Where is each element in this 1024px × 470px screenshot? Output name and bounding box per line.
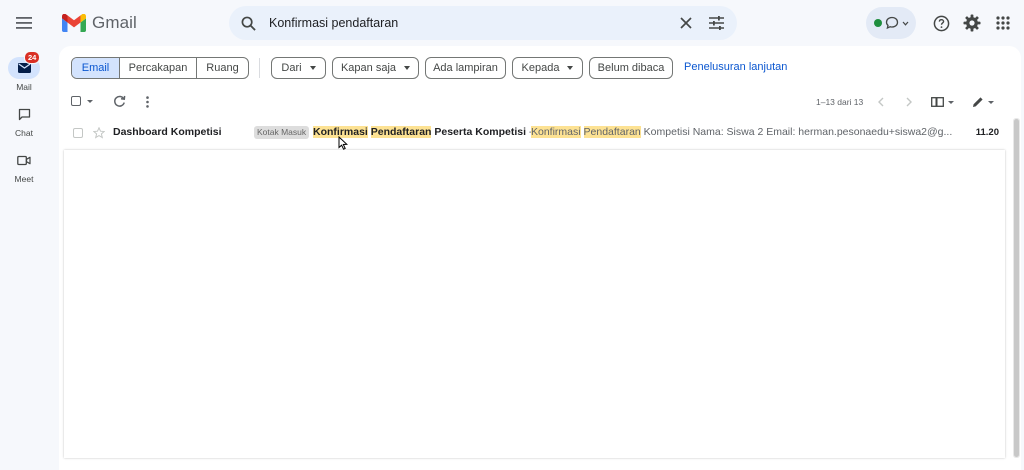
- unread-count-badge: 24: [24, 51, 41, 64]
- rail-label-mail: Mail: [16, 82, 32, 92]
- filter-chip-ada-lampiran[interactable]: Ada lampiran: [425, 57, 506, 79]
- pagination-text: 1–13 dari 13: [816, 97, 864, 107]
- filter-chip-label: Dari: [281, 62, 302, 74]
- help-icon: [933, 15, 949, 31]
- segment-email[interactable]: Email: [72, 58, 119, 78]
- apps-grid-icon: [996, 16, 1010, 30]
- rail-item-chat[interactable]: Chat: [6, 103, 42, 138]
- rail-label-chat: Chat: [15, 128, 33, 138]
- gmail-logo[interactable]: Gmail: [62, 10, 137, 36]
- message-snippet: Konfirmasi Pendaftaran Kompetisi Nama: S…: [531, 126, 993, 138]
- split-pane-dropdown-icon: [948, 100, 954, 104]
- pencil-icon: [973, 97, 983, 107]
- rail-item-mail[interactable]: 24 Mail: [6, 51, 42, 92]
- search-type-segmented-control: Email Percakapan Ruang: [71, 57, 249, 79]
- gear-icon: [963, 14, 981, 32]
- filter-chip-label: Kapan saja: [340, 62, 397, 74]
- refresh-button[interactable]: [113, 95, 126, 108]
- message-time: 11.20: [975, 127, 999, 138]
- snippet-highlight: Konfirmasi: [531, 126, 581, 138]
- newer-page-button[interactable]: [877, 97, 885, 107]
- help-button[interactable]: [928, 10, 954, 36]
- input-tools-dropdown-icon: [988, 100, 994, 104]
- segment-ruang[interactable]: Ruang: [196, 58, 248, 78]
- rail-chat-pill: [8, 103, 40, 125]
- snippet-text: Kompetisi Nama: Siswa 2 Email: herman.pe…: [643, 126, 953, 138]
- apps-button[interactable]: [990, 10, 1016, 36]
- gmail-m-icon: [62, 14, 86, 32]
- filter-chip-label: Ada lampiran: [433, 62, 498, 74]
- rail-label-meet: Meet: [14, 174, 34, 184]
- scrollbar-thumb[interactable]: [1014, 119, 1019, 457]
- split-pane-toggle[interactable]: [931, 97, 954, 107]
- filter-chip-kepada[interactable]: Kepada: [512, 57, 583, 79]
- refresh-icon: [114, 95, 126, 107]
- message-sender: Dashboard Kompetisi: [113, 126, 222, 138]
- mail-icon: [17, 63, 31, 73]
- close-icon: [680, 17, 692, 29]
- rail-mail-pill: 24: [8, 51, 41, 79]
- chevron-down-icon: [902, 21, 908, 26]
- tune-icon: [708, 16, 724, 30]
- chat-icon: [18, 108, 30, 120]
- subject-text: Peserta Kompetisi: [434, 126, 526, 138]
- select-all-control[interactable]: [71, 96, 93, 106]
- search-bar[interactable]: [229, 6, 737, 40]
- filter-chip-kapan-saja[interactable]: Kapan saja: [332, 57, 419, 79]
- select-dropdown-icon[interactable]: [87, 99, 93, 103]
- chat-status-icon: [885, 16, 898, 30]
- inbox-label-chip[interactable]: Kotak Masuk: [254, 126, 310, 139]
- mouse-cursor-icon: [338, 136, 348, 150]
- status-button[interactable]: [866, 7, 916, 39]
- filter-chip-label: Kepada: [521, 62, 560, 74]
- filter-chip-label: Belum dibaca: [597, 62, 665, 74]
- active-status-dot: [873, 19, 882, 27]
- snippet-highlight: Pendaftaran: [583, 126, 641, 138]
- older-page-button[interactable]: [905, 97, 913, 107]
- brand-name: Gmail: [92, 13, 137, 32]
- filter-chip-dari[interactable]: Dari: [271, 57, 326, 79]
- split-pane-icon: [931, 97, 944, 107]
- chip-dropdown-icon: [404, 66, 411, 70]
- rail-meet-pill: [8, 149, 40, 171]
- more-options-button[interactable]: [145, 96, 150, 108]
- rail-item-meet[interactable]: Meet: [6, 149, 42, 184]
- filter-chip-belum-dibaca[interactable]: Belum dibaca: [589, 57, 673, 79]
- input-tools-button[interactable]: [972, 96, 994, 108]
- segment-percakapan[interactable]: Percakapan: [119, 58, 196, 78]
- settings-button[interactable]: [959, 10, 985, 36]
- message-list-area: [64, 150, 1005, 458]
- main-menu-button[interactable]: [8, 7, 40, 39]
- chip-dropdown-icon: [567, 66, 574, 70]
- search-options-button[interactable]: [705, 12, 727, 34]
- chevron-left-icon: [878, 97, 884, 107]
- clear-search-button[interactable]: [675, 12, 697, 34]
- filter-divider: [259, 58, 260, 78]
- row-checkbox[interactable]: [73, 128, 83, 138]
- subject-highlight: Pendaftaran: [370, 126, 432, 138]
- advanced-search-link[interactable]: Penelusuran lanjutan: [684, 61, 787, 73]
- chevron-right-icon: [906, 97, 912, 107]
- chip-dropdown-icon: [309, 66, 316, 70]
- search-button[interactable]: [237, 12, 259, 34]
- meet-icon: [17, 155, 31, 165]
- table-row[interactable]: Dashboard Kompetisi Kotak Masuk Konfirma…: [64, 120, 1005, 145]
- search-icon: [241, 16, 256, 31]
- search-input[interactable]: [267, 15, 671, 31]
- star-icon: [93, 127, 105, 139]
- more-vertical-icon: [146, 96, 149, 108]
- star-button[interactable]: [93, 127, 105, 139]
- select-all-checkbox[interactable]: [71, 96, 81, 106]
- hamburger-icon: [16, 17, 32, 29]
